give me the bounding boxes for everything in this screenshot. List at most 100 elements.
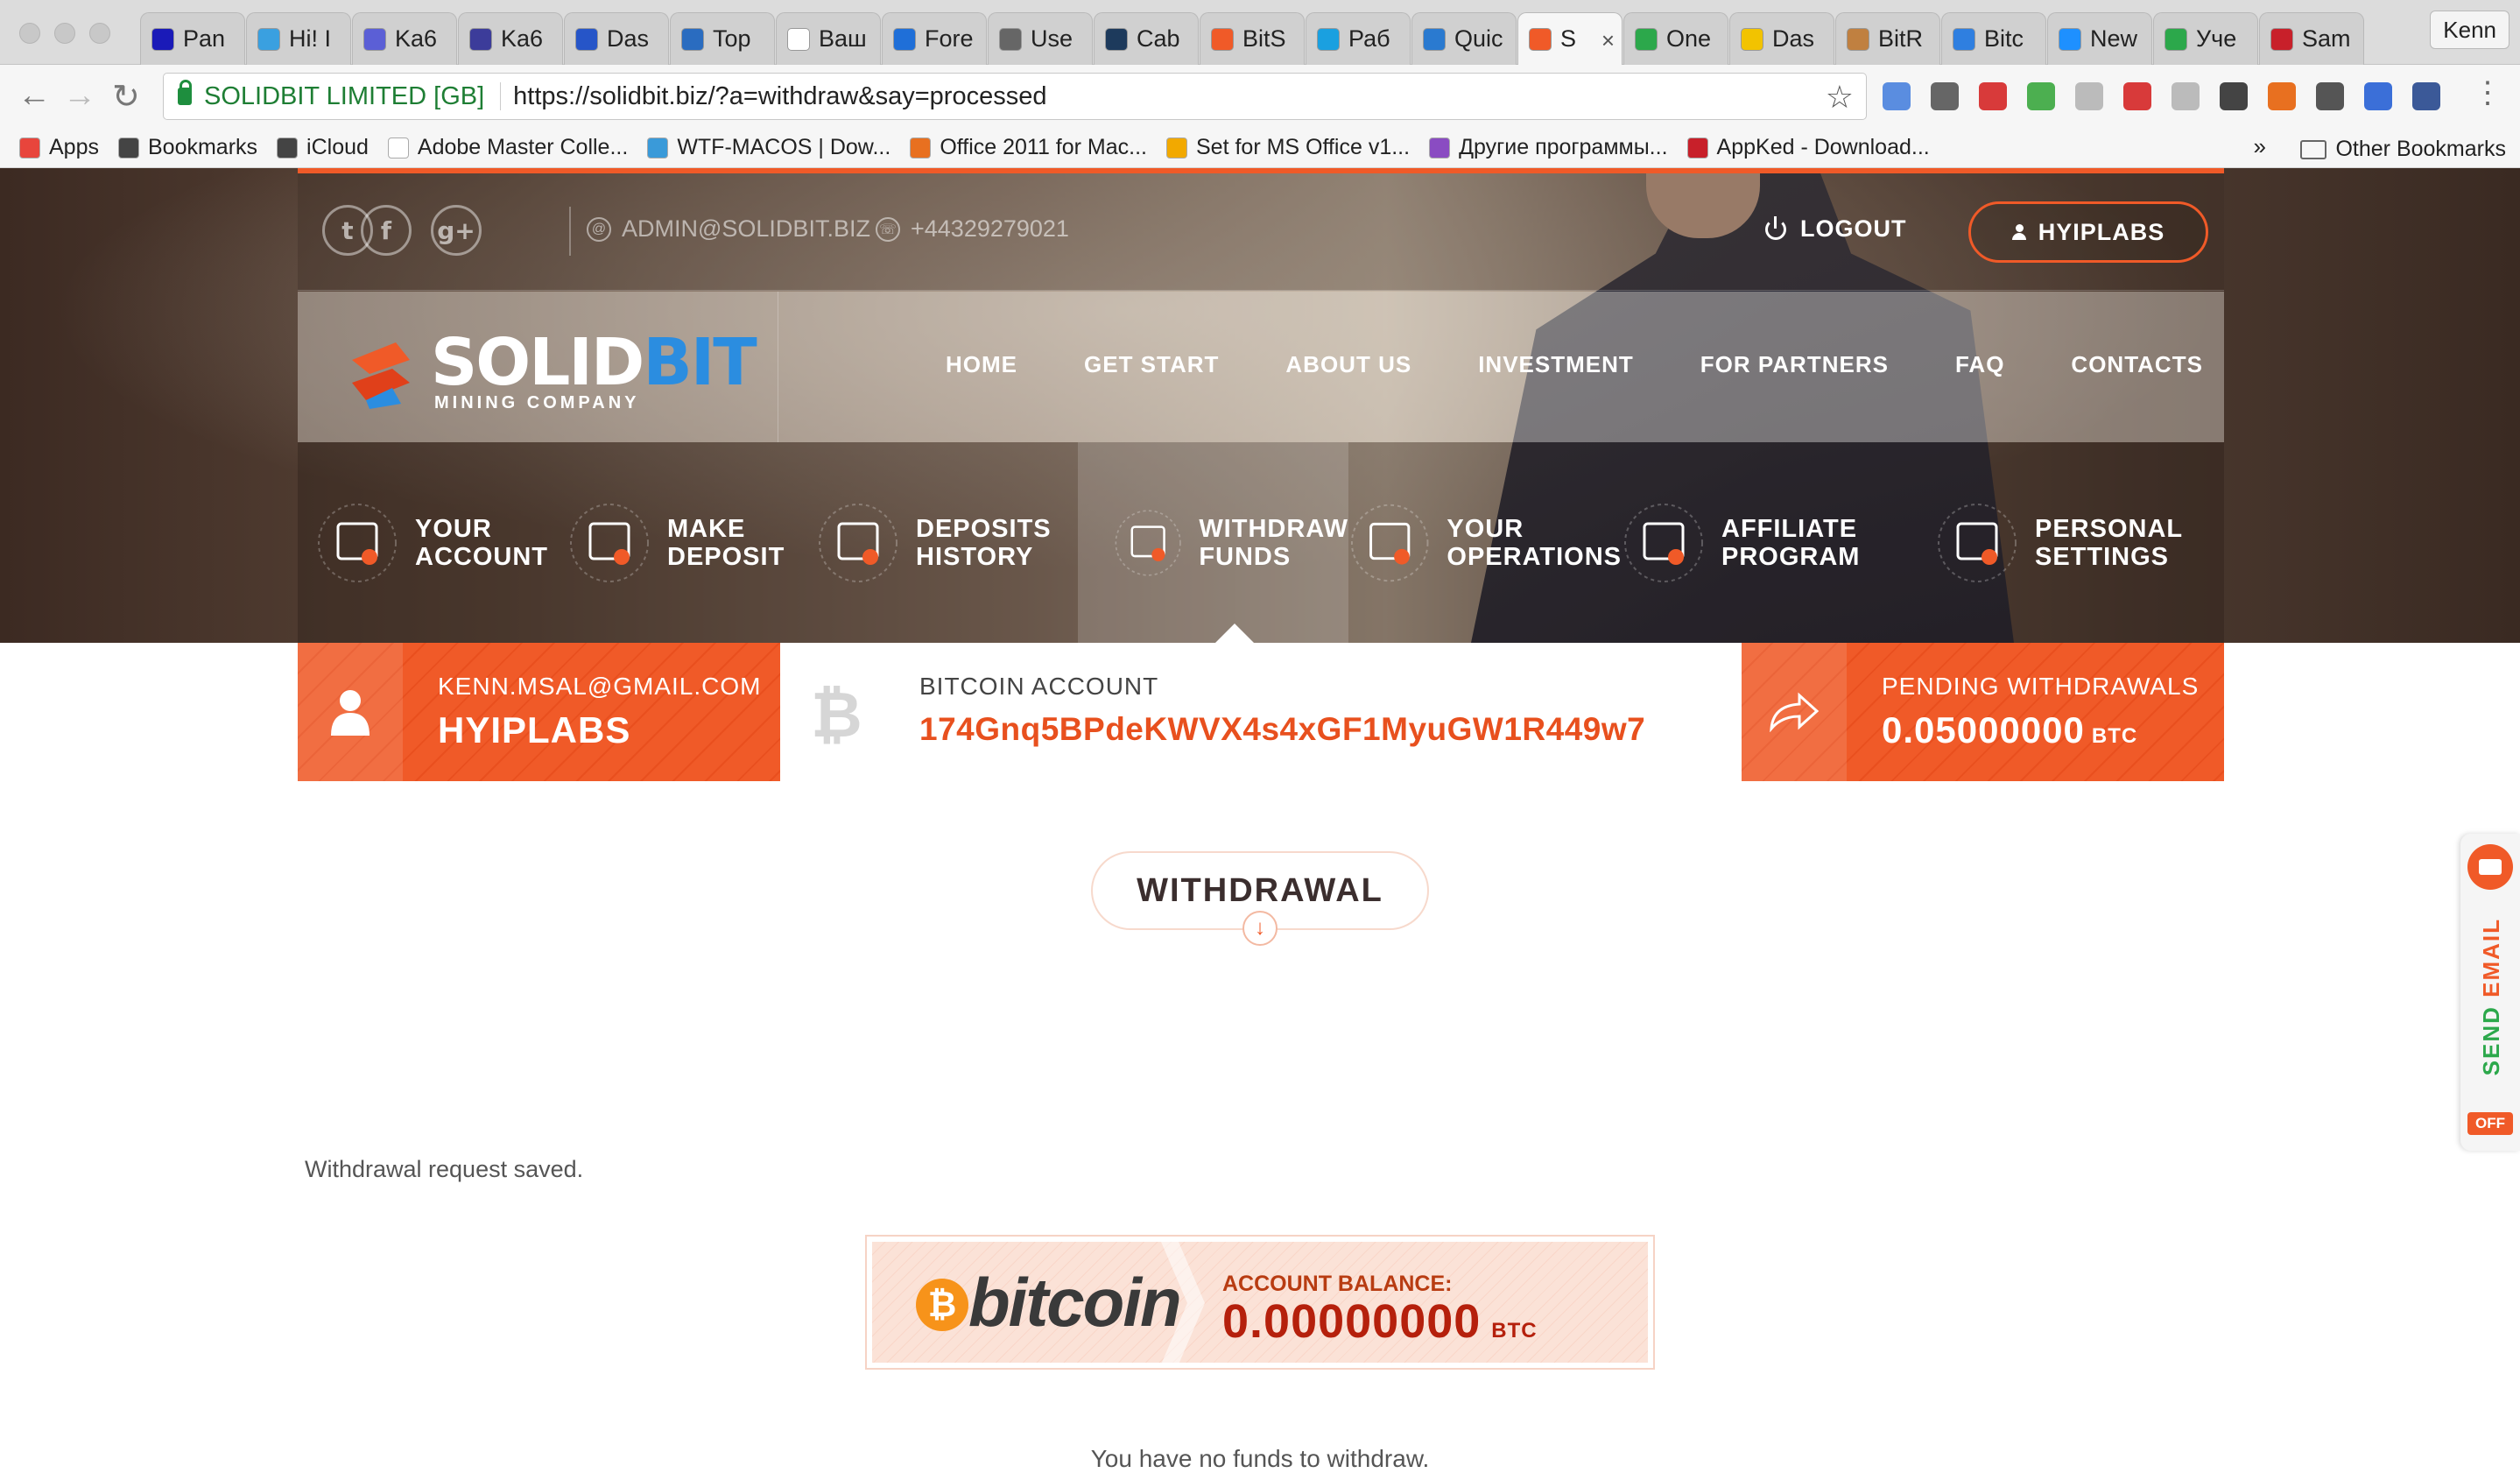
send-email-label-main: SEND xyxy=(2478,997,2504,1076)
link-icon xyxy=(999,27,1022,51)
browser-tab-label: Sam xyxy=(2302,25,2351,52)
contact-email[interactable]: @ ADMIN@SOLIDBIT.BIZ xyxy=(587,215,870,243)
google-plus-icon[interactable]: g+ xyxy=(431,205,482,256)
profile-button[interactable]: Kenn xyxy=(2430,11,2509,49)
browser-tab[interactable]: New xyxy=(2047,12,2152,65)
send-email-widget[interactable]: SEND EMAIL OFF xyxy=(2460,834,2520,1151)
browser-tab[interactable]: Ваш xyxy=(776,12,881,65)
browser-tab[interactable]: Раб xyxy=(1306,12,1411,65)
widget-off-toggle[interactable]: OFF xyxy=(2467,1112,2513,1135)
close-window-icon[interactable] xyxy=(19,23,40,44)
contact-phone[interactable]: ☏ +44329279021 xyxy=(876,215,1069,243)
bookmark-star-icon[interactable]: ☆ xyxy=(1826,79,1854,116)
bookmark-item[interactable]: Другие программы... xyxy=(1429,135,1668,160)
browser-tab-label: Top xyxy=(713,25,751,52)
nav-link-home[interactable]: HOME xyxy=(946,351,1017,378)
user-icon xyxy=(331,690,370,736)
nav-link-contacts[interactable]: CONTACTS xyxy=(2071,351,2203,378)
browser-tab[interactable]: One xyxy=(1623,12,1728,65)
bookmark-item[interactable]: WTF-MACOS | Dow... xyxy=(647,135,890,160)
facebook-icon[interactable]: f xyxy=(361,205,412,256)
browser-tab[interactable]: Sam xyxy=(2259,12,2364,65)
back-arrow-icon[interactable]: ← xyxy=(18,77,51,115)
extension-icon[interactable] xyxy=(2027,82,2055,110)
certificate-name: SOLIDBIT LIMITED [GB] xyxy=(204,81,485,110)
bookmark-item[interactable]: Bookmarks xyxy=(117,135,257,160)
browser-tab-label: Cab xyxy=(1137,25,1180,52)
bookmark-item[interactable]: Set for MS Office v1... xyxy=(1166,135,1410,160)
dashboard-item-calendar[interactable]: DEPOSITS HISTORY xyxy=(816,442,1078,643)
bookmark-item[interactable]: Apps xyxy=(19,135,99,160)
bookmark-item[interactable]: iCloud xyxy=(277,135,369,160)
dashboard-item-withdraw[interactable]: WITHDRAW FUNDS xyxy=(1078,442,1348,643)
nav-link-about-us[interactable]: ABOUT US xyxy=(1285,351,1411,378)
dashboard-item-settings[interactable]: PERSONAL SETTINGS xyxy=(1935,442,2224,643)
deposit-icon xyxy=(570,503,649,582)
user-card-icon-cell xyxy=(298,643,403,781)
browser-tab[interactable]: Top xyxy=(670,12,775,65)
browser-tab[interactable]: Bitc xyxy=(1941,12,2046,65)
browser-menu-icon[interactable]: ⋮ xyxy=(2473,75,2502,110)
extension-icon[interactable] xyxy=(1883,82,1911,110)
browser-tab[interactable]: Уче xyxy=(2153,12,2258,65)
reload-icon[interactable]: ↻ xyxy=(112,77,140,116)
browser-tab[interactable]: Quic xyxy=(1411,12,1517,65)
close-tab-icon[interactable]: × xyxy=(1601,27,1615,54)
site-logo[interactable]: SOLIDBIT MINING COMPANY xyxy=(343,325,757,412)
logo-text: SOLIDBIT xyxy=(431,325,757,400)
other-bookmarks[interactable]: Other Bookmarks xyxy=(2300,137,2506,162)
address-bar[interactable]: SOLIDBIT LIMITED [GB] https://solidbit.b… xyxy=(163,73,1867,120)
extension-icon[interactable] xyxy=(2075,82,2103,110)
extension-icon[interactable] xyxy=(2316,82,2344,110)
extension-icon[interactable] xyxy=(2172,82,2200,110)
minimize-window-icon[interactable] xyxy=(54,23,75,44)
tab-strip: Pan Hi! I Ka6 Ka6 Das Top Ваш Fore Use Cab BitS Раб… xyxy=(140,12,2365,65)
other-bookmarks-label: Other Bookmarks xyxy=(2335,137,2506,161)
extension-icon[interactable] xyxy=(2220,82,2248,110)
nav-link-faq[interactable]: FAQ xyxy=(1955,351,2004,378)
forward-arrow-icon[interactable]: → xyxy=(63,77,96,115)
browser-tab[interactable]: Fore xyxy=(882,12,987,65)
extension-icons xyxy=(1883,82,2460,110)
browser-tab[interactable]: Ka6 xyxy=(352,12,457,65)
bookmark-item[interactable]: AppKed - Download... xyxy=(1686,135,1930,160)
user-account-button[interactable]: HYIPLABS xyxy=(1968,201,2208,263)
dashboard-item-affiliate[interactable]: AFFILIATE PROGRAM xyxy=(1622,442,1935,643)
extension-icon[interactable] xyxy=(1979,82,2007,110)
browser-tab-label: Ваш xyxy=(819,25,867,52)
browser-tab[interactable]: BitS xyxy=(1200,12,1305,65)
bitr-icon xyxy=(1847,27,1869,51)
nav-link-investment[interactable]: INVESTMENT xyxy=(1478,351,1634,378)
browser-tab[interactable]: S × xyxy=(1517,12,1623,65)
extension-icon[interactable] xyxy=(2123,82,2151,110)
logout-link[interactable]: LOGOUT xyxy=(1765,215,1907,243)
browser-tab[interactable]: BitR xyxy=(1835,12,1940,65)
coin-icon xyxy=(1105,27,1128,51)
browser-tab[interactable]: Hi! I xyxy=(246,12,351,65)
browser-tab[interactable]: Das xyxy=(1729,12,1834,65)
more-bookmarks-chevron-icon[interactable]: » xyxy=(2254,133,2266,160)
dashboard-item-deposit[interactable]: MAKE DEPOSIT xyxy=(567,442,816,643)
nav-link-get-start[interactable]: GET START xyxy=(1084,351,1219,378)
nav-link-for-partners[interactable]: FOR PARTNERS xyxy=(1700,351,1889,378)
browser-tab[interactable]: Use xyxy=(988,12,1093,65)
dashboard-item-operations[interactable]: YOUR OPERATIONS xyxy=(1348,442,1622,643)
zoom-window-icon[interactable] xyxy=(89,23,110,44)
bookmark-item[interactable]: Adobe Master Colle... xyxy=(387,135,628,160)
logout-label: LOGOUT xyxy=(1800,215,1907,242)
browser-tab[interactable]: Das xyxy=(564,12,669,65)
browser-tab-label: Pan xyxy=(183,25,226,52)
browser-tab-label: Раб xyxy=(1348,25,1390,52)
extension-icon[interactable] xyxy=(2364,82,2392,110)
dashboard-item-account[interactable]: YOUR ACCOUNT xyxy=(315,442,567,643)
topbar-divider xyxy=(569,207,571,256)
browser-tab[interactable]: Ka6 xyxy=(458,12,563,65)
browser-tab[interactable]: Cab xyxy=(1094,12,1199,65)
extension-icon[interactable] xyxy=(2268,82,2296,110)
browser-tab-label: S xyxy=(1560,25,1577,52)
extension-icon[interactable] xyxy=(1931,82,1959,110)
extension-icon[interactable] xyxy=(2412,82,2440,110)
browser-tab[interactable]: Pan xyxy=(140,12,245,65)
bookmark-item[interactable]: Office 2011 for Mac... xyxy=(910,135,1147,160)
x-icon xyxy=(575,27,598,51)
